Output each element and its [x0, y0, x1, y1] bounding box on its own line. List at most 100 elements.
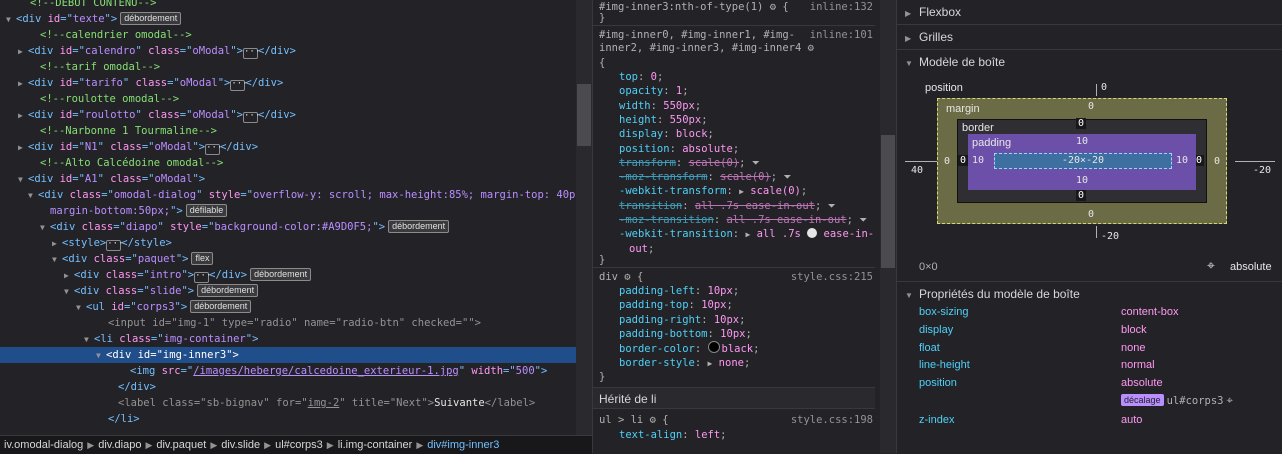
css-declaration[interactable]: border-color: black; — [619, 341, 881, 355]
rule2-selector[interactable]: div ⚙ { style.css:215 — [599, 270, 881, 284]
chevron-down-icon[interactable]: ▼ — [64, 284, 74, 300]
padding-right[interactable]: 10 — [1176, 155, 1188, 166]
padding-left[interactable]: 10 — [972, 155, 984, 166]
chevron-right-icon[interactable]: ▶ — [64, 268, 74, 284]
crosshair-icon[interactable]: ⌖ — [1207, 257, 1215, 274]
filter-icon[interactable]: ⏷ — [828, 201, 836, 212]
markup-row[interactable]: ▼ <div id="texte"> débordement — [0, 11, 576, 27]
chevron-right-icon[interactable]: ▶ — [18, 76, 28, 92]
css-declaration[interactable]: -moz-transition: all .7s ease-in-out; ⏷ — [619, 213, 881, 227]
accordion-box-model[interactable]: ▼ Modèle de boîte — [897, 50, 1282, 75]
css-declaration[interactable]: position: absolute; — [619, 142, 881, 156]
rule3-source[interactable]: style.css:198 — [791, 413, 873, 427]
css-declaration[interactable]: padding-bottom: 10px; — [619, 327, 881, 341]
css-declaration[interactable]: border-style: ▶ none; — [619, 356, 881, 370]
rules-scrollbar[interactable] — [880, 0, 896, 453]
padding-top[interactable]: 10 — [1076, 136, 1088, 147]
markup-row[interactable]: ▼ <ul id="corps3"> débordement — [0, 299, 576, 315]
css-declaration[interactable]: transform: scale(0); ⏷ — [619, 156, 881, 170]
rule1-source[interactable]: inline:101 — [810, 28, 873, 42]
markup-row[interactable]: ▶ <div class="intro">···</div> débordement — [0, 267, 576, 283]
markup-row[interactable]: </div> — [0, 379, 576, 395]
chevron-down-icon[interactable]: ▼ — [18, 172, 28, 188]
markup-row[interactable]: <label class="sb-bignav" for="img-2" tit… — [0, 395, 576, 411]
margin-top[interactable]: 0 — [1088, 101, 1094, 112]
expand-arrow-icon[interactable]: ▶ — [739, 187, 744, 196]
margin-right[interactable]: 0 — [1214, 156, 1220, 167]
rule3-selector[interactable]: ul > li ⚙ { style.css:198 — [599, 413, 881, 427]
markup-scrollbar-thumb[interactable] — [577, 84, 591, 146]
gear-icon[interactable]: ⚙ — [650, 414, 656, 426]
css-declaration[interactable]: opacity: 1; — [619, 84, 881, 98]
css-declaration[interactable]: padding-top: 10px; — [619, 298, 881, 312]
markup-row[interactable]: <!--roulotte omodal--> — [0, 91, 576, 107]
border-bottom[interactable]: 0 — [1076, 190, 1087, 201]
rules-scrollbar-thumb[interactable] — [881, 135, 895, 268]
markup-row[interactable]: ▼ <div class="diapo" style="background-co… — [0, 219, 576, 235]
breadcrumb-item[interactable]: div#img-inner3 — [423, 436, 503, 454]
markup-row[interactable]: ▼ <li class="img-container"> — [0, 331, 576, 347]
rule2-source[interactable]: style.css:215 — [791, 270, 873, 284]
timing-function-icon[interactable] — [807, 228, 818, 239]
css-declaration[interactable]: top: 0; — [619, 70, 881, 84]
markup-row[interactable]: ▶ <div id="calendro" class="oModal">···</… — [0, 43, 576, 59]
markup-row[interactable]: ▼ <div id="A1" class="oModal"> — [0, 171, 576, 187]
markup-row[interactable]: ▼ <div class="omodal-dialog" style="overf… — [0, 187, 576, 203]
markup-row[interactable]: ▶ <div id="roulotto" class="oModal">···</… — [0, 107, 576, 123]
chevron-down-icon[interactable]: ▼ — [76, 300, 86, 316]
accordion-flexbox[interactable]: ▶ Flexbox — [897, 0, 1282, 25]
breadcrumb-item[interactable]: iv.omodal-dialog — [0, 436, 87, 454]
accordion-grids[interactable]: ▶ Grilles — [897, 25, 1282, 50]
chevron-right-icon[interactable]: ▶ — [52, 236, 62, 252]
markup-row[interactable]: ▼ <div class="slide"> débordement — [0, 283, 576, 299]
markup-view[interactable]: <!--DEBUT CONTENU--> ▼ <div id="texte"> déb… — [0, 0, 576, 435]
margin-bottom[interactable]: 0 — [1088, 209, 1094, 220]
chevron-down-icon[interactable]: ▼ — [52, 252, 62, 268]
position-top[interactable]: 0 — [1101, 82, 1107, 93]
breadcrumb-item[interactable]: ul#corps3 — [271, 436, 327, 454]
markup-row[interactable]: <!--tarif omodal--> — [0, 59, 576, 75]
css-declaration[interactable]: height: 550px; — [619, 113, 881, 127]
expand-arrow-icon[interactable]: ▶ — [708, 359, 713, 368]
css-declaration[interactable]: display: block; — [619, 127, 881, 141]
breadcrumb-item[interactable]: li.img-container — [334, 436, 417, 454]
chevron-right-icon[interactable]: ▶ — [18, 108, 28, 124]
css-declaration[interactable]: padding-left: 10px; — [619, 284, 881, 298]
rule1-selector[interactable]: #img-inner0, #img-inner1, #img- inline:1… — [599, 28, 881, 42]
crosshair-icon[interactable]: ⌖ — [1227, 395, 1233, 407]
markup-row[interactable]: ▶ <div id="N1" class="oModal">···</div> — [0, 139, 576, 155]
expand-arrow-icon[interactable]: ▶ — [745, 230, 750, 239]
chevron-down-icon[interactable]: ▼ — [28, 188, 38, 204]
markup-scrollbar[interactable] — [576, 0, 592, 435]
css-declaration[interactable]: padding-right: 10px; — [619, 313, 881, 327]
gear-icon[interactable]: ⚙ — [808, 42, 814, 54]
breadcrumb-item[interactable]: div.diapo — [94, 436, 145, 454]
selected-node-row[interactable]: ▼ <div id="img-inner3"> — [0, 347, 576, 363]
filter-icon[interactable]: ⏷ — [752, 158, 760, 169]
chevron-down-icon[interactable]: ▼ — [6, 12, 16, 28]
markup-row[interactable]: <!--Narbonne 1 Tourmaline--> — [0, 123, 576, 139]
border-top[interactable]: 0 — [1076, 118, 1087, 129]
markup-row[interactable]: margin-bottom:50px;"> défilable — [0, 203, 576, 219]
markup-row[interactable]: ▶ <style>···</style> — [0, 235, 576, 251]
css-declaration[interactable]: transition: all .7s ease-in-out; ⏷ — [619, 199, 881, 213]
filter-icon[interactable]: ⏷ — [859, 215, 867, 226]
css-declaration[interactable]: text-align: left; — [619, 428, 881, 442]
offset-parent[interactable]: décalage ul#corps3 ⌖ — [1121, 392, 1233, 410]
breadcrumb-item[interactable]: div.slide — [217, 436, 264, 454]
position-left[interactable]: 40 — [911, 165, 923, 176]
position-right[interactable]: -20 — [1253, 165, 1271, 176]
chevron-right-icon[interactable]: ▶ — [18, 140, 28, 156]
padding-bottom[interactable]: 10 — [1076, 175, 1088, 186]
css-declaration[interactable]: -webkit-transform: ▶ scale(0); — [619, 184, 881, 198]
css-declaration[interactable]: -moz-transform: scale(0); ⏷ — [619, 170, 881, 184]
position-bottom[interactable]: -20 — [1101, 231, 1119, 242]
border-left[interactable]: 0 — [958, 155, 969, 166]
css-declaration[interactable]: -webkit-transition: ▶ all .7s ease-in- — [619, 227, 881, 241]
markup-row[interactable]: <!--calendrier omodal--> — [0, 27, 576, 43]
markup-row[interactable]: </li> — [0, 411, 576, 427]
markup-row[interactable]: ▼ <div class="paquet"> flex — [0, 251, 576, 267]
filter-icon[interactable]: ⏷ — [783, 172, 791, 183]
chevron-down-icon[interactable]: ▼ — [96, 348, 106, 364]
markup-row[interactable]: <input id="img-1" type="radio" name="rad… — [0, 315, 576, 331]
